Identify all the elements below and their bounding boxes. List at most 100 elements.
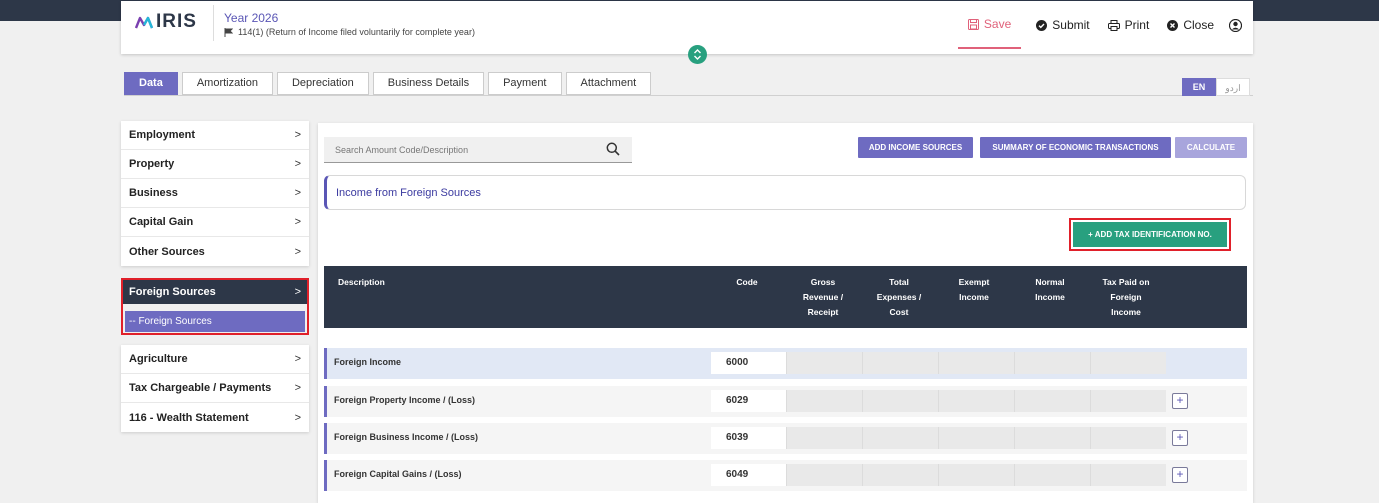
cell-gross[interactable] [786, 352, 862, 374]
sidebar-item-label: Employment [129, 129, 196, 141]
cell-tax-paid[interactable] [1090, 427, 1166, 449]
sidebar-item-label: 116 - Wealth Statement [129, 411, 249, 424]
sidebar-item-wealth-statement[interactable]: 116 - Wealth Statement > [121, 403, 309, 432]
chevron-right-icon: > [294, 129, 301, 141]
sidebar-subitem-foreign-sources[interactable]: -- Foreign Sources [125, 311, 305, 332]
tab-business-details[interactable]: Business Details [372, 72, 485, 95]
sidebar-item-property[interactable]: Property > [121, 150, 309, 179]
tab-attachment[interactable]: Attachment [565, 72, 652, 95]
save-icon [967, 18, 979, 30]
sidebar-item-label: Property [129, 158, 175, 170]
cell-tax-paid[interactable] [1090, 464, 1166, 486]
search-box [324, 137, 632, 163]
col-gross-revenue: Gross Revenue / Receipt [802, 277, 844, 317]
save-button[interactable]: Save [957, 1, 1022, 49]
chevron-right-icon: > [294, 411, 301, 424]
app-header: IRIS Year 2026 114(1) (Return of Income … [121, 1, 1253, 54]
collapse-header-button[interactable] [688, 45, 707, 64]
col-description: Description [338, 277, 385, 287]
language-switch: EN اردو [1182, 78, 1250, 96]
user-icon [1229, 18, 1242, 32]
lang-ur-button[interactable]: اردو [1216, 78, 1250, 96]
col-code: Code [736, 277, 758, 287]
cell-exempt[interactable] [938, 390, 1014, 412]
tax-year: Year 2026 [224, 11, 279, 25]
sidebar-item-tax-chargeable[interactable]: Tax Chargeable / Payments > [121, 374, 309, 403]
cell-exempt[interactable] [938, 427, 1014, 449]
print-icon [1107, 19, 1120, 31]
row-code: 6029 [711, 390, 786, 412]
add-tax-identification-button[interactable]: + ADD TAX IDENTIFICATION NO. [1073, 222, 1227, 247]
cell-exempt[interactable] [938, 464, 1014, 486]
cell-normal[interactable] [1014, 390, 1090, 412]
tab-amortization[interactable]: Amortization [181, 72, 273, 95]
user-profile-button[interactable] [1223, 1, 1253, 49]
chevron-right-icon: > [294, 245, 301, 258]
sidebar-item-agriculture[interactable]: Agriculture > [121, 345, 309, 374]
col-normal-income: Normal Income [1035, 277, 1065, 302]
cell-normal[interactable] [1014, 352, 1090, 374]
calculate-button[interactable]: CALCULATE [1175, 137, 1247, 158]
add-row-plus-icon[interactable]: + [1172, 467, 1188, 483]
row-amount-cells [786, 464, 1166, 486]
cell-gross[interactable] [786, 390, 862, 412]
row-description: Foreign Business Income / (Loss) [334, 432, 479, 442]
table-row: Foreign Capital Gains / (Loss) 6049 + [324, 460, 1247, 491]
summary-economic-transactions-button[interactable]: SUMMARY OF ECONOMIC TRANSACTIONS [980, 137, 1171, 158]
return-type: 114(1) (Return of Income filed voluntari… [224, 27, 475, 37]
sidebar-item-business[interactable]: Business > [121, 179, 309, 208]
row-code: 6049 [711, 464, 786, 486]
cell-exempt[interactable] [938, 352, 1014, 374]
chevron-up-down-icon [694, 49, 701, 60]
row-description: Foreign Property Income / (Loss) [334, 395, 476, 405]
main-tabs: Data Amortization Depreciation Business … [124, 72, 652, 95]
chevron-right-icon: > [294, 353, 301, 365]
check-circle-icon [1036, 19, 1048, 31]
cell-tax-paid[interactable] [1090, 352, 1166, 374]
row-amount-cells [786, 352, 1166, 374]
section-title: Income from Foreign Sources [324, 175, 1246, 210]
sidebar-item-capital-gain[interactable]: Capital Gain > [121, 208, 309, 237]
row-amount-cells [786, 427, 1166, 449]
sidebar-item-label: Foreign Sources [129, 286, 216, 298]
add-income-sources-button[interactable]: ADD INCOME SOURCES [858, 137, 973, 158]
tab-depreciation[interactable]: Depreciation [276, 72, 369, 95]
close-label: Close [1183, 18, 1214, 32]
cell-expenses[interactable] [862, 390, 938, 412]
row-description: Foreign Income [334, 357, 402, 367]
iris-logo: IRIS [129, 5, 214, 41]
submit-button[interactable]: Submit [1027, 1, 1098, 49]
sidebar-item-foreign-sources[interactable]: Foreign Sources > [123, 280, 307, 304]
chevron-right-icon: > [294, 216, 301, 228]
cell-normal[interactable] [1014, 464, 1090, 486]
cell-gross[interactable] [786, 464, 862, 486]
tab-data[interactable]: Data [124, 72, 178, 95]
col-tax-paid: Tax Paid on Foreign Income [1102, 277, 1150, 317]
cell-gross[interactable] [786, 427, 862, 449]
cell-expenses[interactable] [862, 464, 938, 486]
chevron-right-icon: > [294, 158, 301, 170]
lang-en-button[interactable]: EN [1182, 78, 1216, 96]
cell-normal[interactable] [1014, 427, 1090, 449]
sidebar-item-employment[interactable]: Employment > [121, 121, 309, 150]
sidebar-item-label: Capital Gain [129, 216, 194, 228]
sidebar-item-other-sources[interactable]: Other Sources > [121, 237, 309, 266]
close-button[interactable]: Close [1158, 1, 1223, 49]
table-row: Foreign Business Income / (Loss) 6039 + [324, 423, 1247, 454]
add-row-plus-icon[interactable]: + [1172, 430, 1188, 446]
print-button[interactable]: Print [1099, 1, 1159, 49]
sidebar-item-label: Agriculture [129, 353, 188, 365]
sidebar-item-label: Other Sources [129, 245, 205, 258]
sidebar-group-other: Agriculture > Tax Chargeable / Payments > … [121, 345, 309, 432]
sidebar-item-label: Tax Chargeable / Payments [129, 382, 272, 394]
search-input[interactable] [324, 137, 594, 162]
row-amount-cells [786, 390, 1166, 412]
cell-expenses[interactable] [862, 427, 938, 449]
cell-tax-paid[interactable] [1090, 390, 1166, 412]
cell-expenses[interactable] [862, 352, 938, 374]
flag-icon [224, 27, 233, 37]
tab-payment[interactable]: Payment [488, 72, 562, 95]
add-row-plus-icon[interactable]: + [1172, 393, 1188, 409]
header-actions: Save Submit Print Close [957, 1, 1253, 49]
search-icon[interactable] [606, 142, 620, 156]
